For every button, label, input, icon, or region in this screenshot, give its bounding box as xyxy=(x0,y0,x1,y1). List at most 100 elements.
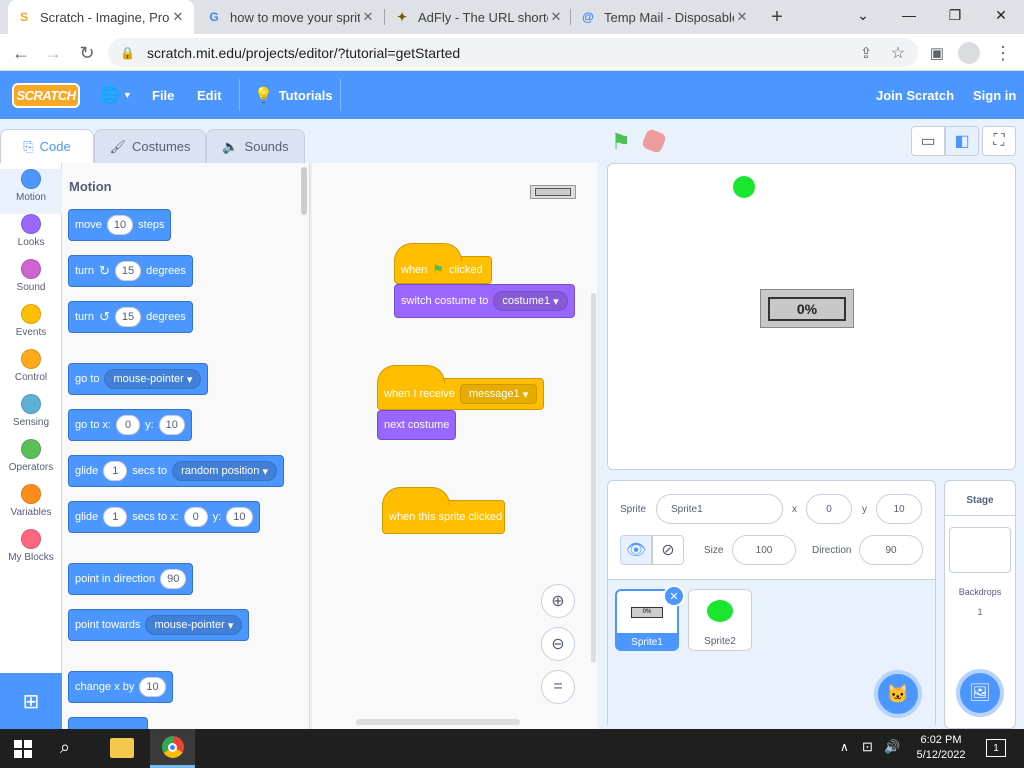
message-dropdown[interactable]: message1 ▾ xyxy=(459,384,538,404)
progress-bar-sprite[interactable]: 0% xyxy=(760,289,854,328)
large-stage-button[interactable]: ◧ xyxy=(945,126,979,156)
backdrop-thumbnail[interactable] xyxy=(949,527,1011,573)
block-point-in-direction[interactable]: point in direction 90 xyxy=(68,563,194,595)
block-glide-xy[interactable]: glide 1 secs to x: 0 y: 10 xyxy=(68,501,260,533)
edit-menu[interactable]: Edit xyxy=(197,71,222,119)
sign-in-link[interactable]: Sign in xyxy=(973,71,1016,119)
block-go-to[interactable]: go to mouse-pointer ▾ xyxy=(68,363,209,395)
costume-dropdown[interactable]: costume1 ▾ xyxy=(493,291,568,311)
notifications-button[interactable]: 1 xyxy=(986,739,1006,757)
stop-sign-icon[interactable] xyxy=(640,127,668,155)
close-tab-icon[interactable]: ✕ xyxy=(734,9,750,25)
block-switch-costume[interactable]: switch costume to costume1 ▾ xyxy=(394,284,575,318)
share-icon[interactable]: ⇪ xyxy=(853,40,879,66)
block-next-costume[interactable]: next costume xyxy=(377,410,457,440)
category-sensing[interactable]: Sensing xyxy=(0,394,62,439)
green-dot-sprite[interactable] xyxy=(733,176,755,198)
lock-icon[interactable]: 🔒 xyxy=(120,46,135,60)
block-glide-random[interactable]: glide 1 secs to random position ▾ xyxy=(68,455,284,487)
tab-search-chevron-icon[interactable]: ⌄ xyxy=(840,0,886,30)
block-number-input[interactable]: 90 xyxy=(160,569,187,589)
stage-canvas[interactable]: 0% xyxy=(607,163,1016,470)
block-number-input[interactable]: 1 xyxy=(103,507,128,527)
windows-start-icon[interactable] xyxy=(14,740,32,758)
hat-when-i-receive[interactable]: when I receive message1 ▾ xyxy=(377,365,545,410)
sprite-card-sprite2[interactable]: Sprite2 xyxy=(688,589,752,651)
file-menu[interactable]: File xyxy=(152,71,174,119)
zoom-reset-button[interactable]: = xyxy=(541,670,575,704)
show-sprite-button[interactable]: 👁 xyxy=(620,535,652,565)
category-my-blocks[interactable]: My Blocks xyxy=(0,529,62,574)
scratch-logo[interactable]: SCRATCH xyxy=(12,83,80,108)
block-number-input[interactable]: 10 xyxy=(106,215,134,235)
side-panel-icon[interactable]: ▣ xyxy=(924,40,950,66)
tab-tempmail[interactable]: @ Temp Mail - Disposable ✕ xyxy=(572,0,758,34)
tab-google[interactable]: G how to move your sprite ✕ xyxy=(198,0,384,34)
tab-sounds[interactable]: 🔈 Sounds xyxy=(206,129,305,163)
close-tab-icon[interactable]: ✕ xyxy=(170,9,186,25)
address-bar[interactable]: 🔒 scratch.mit.edu/projects/editor/?tutor… xyxy=(108,38,918,67)
network-icon[interactable]: ⊡ xyxy=(862,739,873,755)
restore-window-button[interactable]: ❐ xyxy=(932,0,978,30)
script-vertical-scrollbar[interactable] xyxy=(591,293,596,663)
size-input[interactable]: 100 xyxy=(732,535,796,565)
block-dropdown[interactable]: mouse-pointer ▾ xyxy=(145,615,243,635)
block-number-input[interactable]: 0 xyxy=(116,415,141,435)
choose-sprite-button[interactable]: 🐱 xyxy=(874,670,922,718)
language-globe-icon[interactable]: 🌐 ▼ xyxy=(100,71,132,119)
hat-when-sprite-clicked[interactable]: when this sprite clicked xyxy=(382,487,505,534)
block-turn-left[interactable]: turn ↺ 15 degrees xyxy=(68,301,193,333)
green-flag-icon[interactable]: ⚑ xyxy=(611,129,631,155)
category-variables[interactable]: Variables xyxy=(0,484,62,529)
block-number-input[interactable]: 0 xyxy=(183,507,208,527)
close-tab-icon[interactable]: ✕ xyxy=(360,9,376,25)
script-horizontal-scrollbar[interactable] xyxy=(356,719,520,725)
chrome-taskbar-button[interactable] xyxy=(150,729,195,768)
palette-scrollbar[interactable] xyxy=(301,167,307,215)
category-events[interactable]: Events xyxy=(0,304,62,349)
zoom-in-button[interactable]: ⊕ xyxy=(541,584,575,618)
search-icon[interactable]: ⌕ xyxy=(60,737,70,758)
file-explorer-icon[interactable] xyxy=(110,738,134,758)
tab-scratch[interactable]: S Scratch - Imagine, Program ✕ xyxy=(8,0,194,34)
zoom-out-button[interactable]: ⊖ xyxy=(541,627,575,661)
minimize-window-button[interactable]: — xyxy=(886,0,932,30)
small-stage-button[interactable]: ▭ xyxy=(911,126,945,156)
new-tab-button[interactable]: + xyxy=(764,4,790,30)
block-partial[interactable] xyxy=(68,717,148,729)
add-extension-button[interactable]: ⊞ xyxy=(0,673,62,729)
category-motion[interactable]: Motion xyxy=(0,169,62,214)
tab-adfly[interactable]: ✦ AdFly - The URL shortener ✕ xyxy=(386,0,572,34)
category-looks[interactable]: Looks xyxy=(0,214,62,259)
block-dropdown[interactable]: mouse-pointer ▾ xyxy=(104,369,202,389)
more-menu-icon[interactable]: ⋮ xyxy=(990,40,1016,66)
y-input[interactable]: 10 xyxy=(876,494,922,524)
block-go-to-xy[interactable]: go to x: 0 y: 10 xyxy=(68,409,192,441)
tab-code[interactable]: ⎘ Code xyxy=(0,129,94,163)
close-tab-icon[interactable]: ✕ xyxy=(548,9,564,25)
volume-icon[interactable]: 🔊 xyxy=(884,739,900,755)
reload-icon[interactable]: ↻ xyxy=(74,40,100,66)
profile-avatar-icon[interactable] xyxy=(956,40,982,66)
tray-chevron-icon[interactable]: ∧ xyxy=(840,740,849,754)
clock[interactable]: 6:02 PM 5/12/2022 xyxy=(906,733,976,763)
back-arrow-icon[interactable]: ← xyxy=(8,40,34,66)
delete-sprite-button[interactable]: ✕ xyxy=(663,585,685,607)
sprite-name-input[interactable]: Sprite1 xyxy=(656,494,783,524)
tab-costumes[interactable]: 🖌 Costumes xyxy=(94,129,206,163)
block-number-input[interactable]: 10 xyxy=(139,677,166,697)
close-window-button[interactable]: ✕ xyxy=(978,0,1024,30)
block-point-towards[interactable]: point towards mouse-pointer ▾ xyxy=(68,609,250,641)
stage-selector[interactable]: Stage Backdrops 1 🖼 xyxy=(944,480,1016,729)
block-number-input[interactable]: 15 xyxy=(114,307,142,327)
block-number-input[interactable]: 10 xyxy=(226,507,253,527)
category-sound[interactable]: Sound xyxy=(0,259,62,304)
tutorials-menu[interactable]: 💡 Tutorials xyxy=(254,71,333,119)
category-operators[interactable]: Operators xyxy=(0,439,62,484)
block-turn-right[interactable]: turn ↻ 15 degrees xyxy=(68,255,193,287)
block-change-x[interactable]: change x by 10 xyxy=(68,671,173,703)
block-number-input[interactable]: 10 xyxy=(158,415,185,435)
block-dropdown[interactable]: random position ▾ xyxy=(172,461,277,481)
direction-input[interactable]: 90 xyxy=(859,535,923,565)
choose-backdrop-button[interactable]: 🖼 xyxy=(956,669,1004,717)
